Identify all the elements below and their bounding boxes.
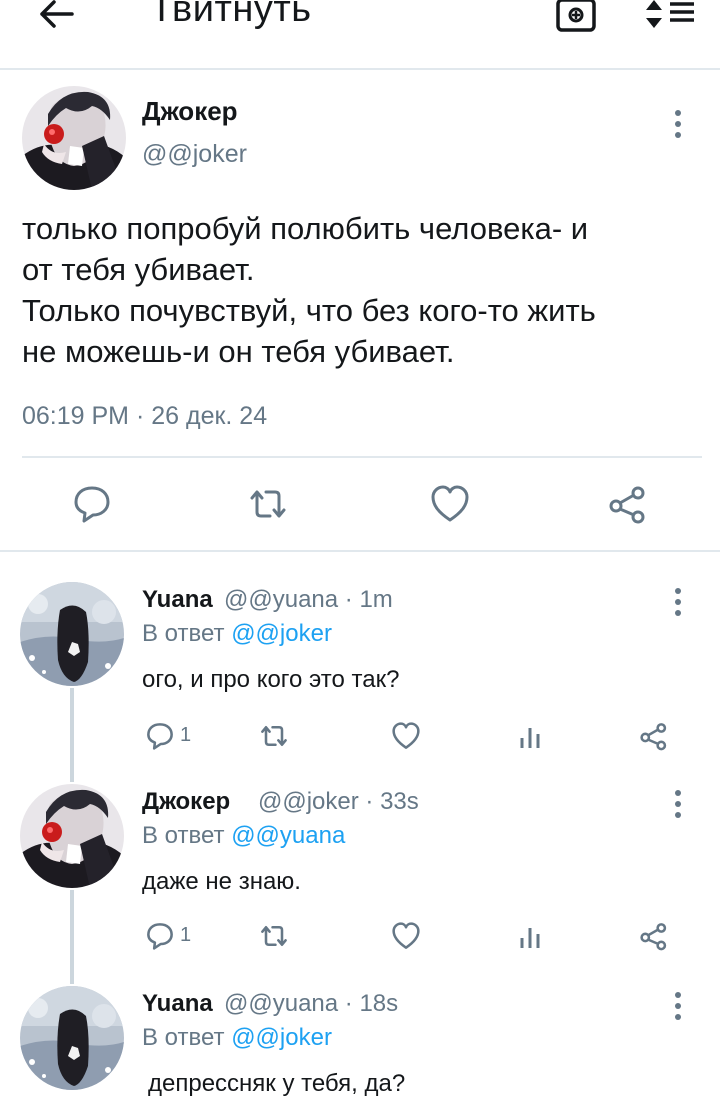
reply-button[interactable] [70, 482, 114, 526]
reply-author-handle[interactable]: @@joker · 33s [258, 788, 419, 816]
reply-count: 1 [180, 724, 192, 746]
thread-line [70, 890, 74, 984]
reply-author-handle[interactable]: @@yuana · 18s [224, 990, 398, 1018]
retweet-button[interactable] [258, 720, 290, 752]
more-vertical-icon [675, 992, 681, 1020]
share-button[interactable] [606, 482, 650, 526]
reply-button[interactable] [144, 920, 176, 952]
more-vertical-icon [675, 110, 681, 138]
avatar[interactable] [20, 582, 124, 686]
camera-button[interactable] [552, 0, 600, 38]
reply-button[interactable] [144, 720, 176, 752]
divider [22, 456, 702, 458]
reply-text: даже не знаю. [142, 868, 301, 895]
analytics-icon [520, 728, 540, 748]
retweet-icon [261, 926, 287, 946]
reply-text: ого, и про кого это так? [142, 666, 400, 693]
like-button[interactable] [428, 482, 472, 526]
mention-link[interactable]: @@joker [231, 1024, 332, 1051]
analytics-button[interactable] [514, 922, 546, 954]
mention-link[interactable]: @@joker [231, 620, 332, 647]
reply-author-name[interactable]: Yuana [142, 990, 213, 1018]
retweet-button[interactable] [246, 482, 290, 526]
heart-icon [392, 922, 420, 949]
more-options-button[interactable] [666, 784, 690, 824]
camera-icon [556, 0, 596, 32]
avatar[interactable] [20, 986, 124, 1090]
analytics-icon [520, 928, 540, 948]
author-name[interactable]: Джокер [142, 96, 238, 127]
more-vertical-icon [675, 588, 681, 616]
share-button[interactable] [638, 920, 670, 952]
reply-icon [147, 923, 173, 950]
more-options-button[interactable] [666, 986, 690, 1026]
reply-text: депрессняк у тебя, да? [148, 1070, 406, 1097]
reply-author-handle[interactable]: @@yuana · 1m [224, 586, 393, 614]
reply-icon [74, 486, 110, 523]
share-icon [640, 723, 667, 751]
more-options-button[interactable] [666, 104, 690, 144]
like-button[interactable] [390, 720, 422, 752]
reply-to-line: В ответ @@joker [142, 1024, 332, 1051]
more-options-button[interactable] [666, 582, 690, 622]
back-button[interactable] [30, 0, 90, 44]
like-button[interactable] [390, 920, 422, 952]
retweet-icon [250, 490, 286, 518]
tweet-text: только попробуй полюбить человека- и от … [22, 211, 596, 369]
avatar[interactable] [22, 86, 126, 190]
reply-count: 1 [180, 924, 192, 946]
share-icon [609, 486, 645, 524]
arrow-left-icon [40, 0, 74, 28]
retweet-button[interactable] [258, 920, 290, 952]
heart-icon [431, 485, 469, 522]
avatar[interactable] [20, 784, 124, 888]
share-button[interactable] [638, 720, 670, 752]
reply-to-line: В ответ @@yuana [142, 822, 346, 849]
sort-button[interactable] [640, 0, 700, 38]
thread-line [70, 688, 74, 782]
divider [0, 550, 720, 552]
share-icon [640, 923, 667, 951]
more-vertical-icon [675, 790, 681, 818]
analytics-button[interactable] [514, 722, 546, 754]
sort-icon [646, 0, 694, 28]
retweet-icon [261, 726, 287, 746]
reply-author-name[interactable]: Yuana [142, 586, 213, 614]
page-title: Твитнуть [150, 0, 312, 30]
top-bar: Твитнуть [0, 0, 720, 70]
tweet-timestamp: 06:19 PM · 26 дек. 24 [22, 402, 268, 430]
heart-icon [392, 722, 420, 749]
reply-to-line: В ответ @@joker [142, 620, 332, 647]
mention-link[interactable]: @@yuana [231, 822, 345, 849]
reply-icon [147, 723, 173, 750]
author-handle[interactable]: @@joker [142, 140, 247, 169]
reply-author-name[interactable]: Джокер [142, 788, 230, 816]
